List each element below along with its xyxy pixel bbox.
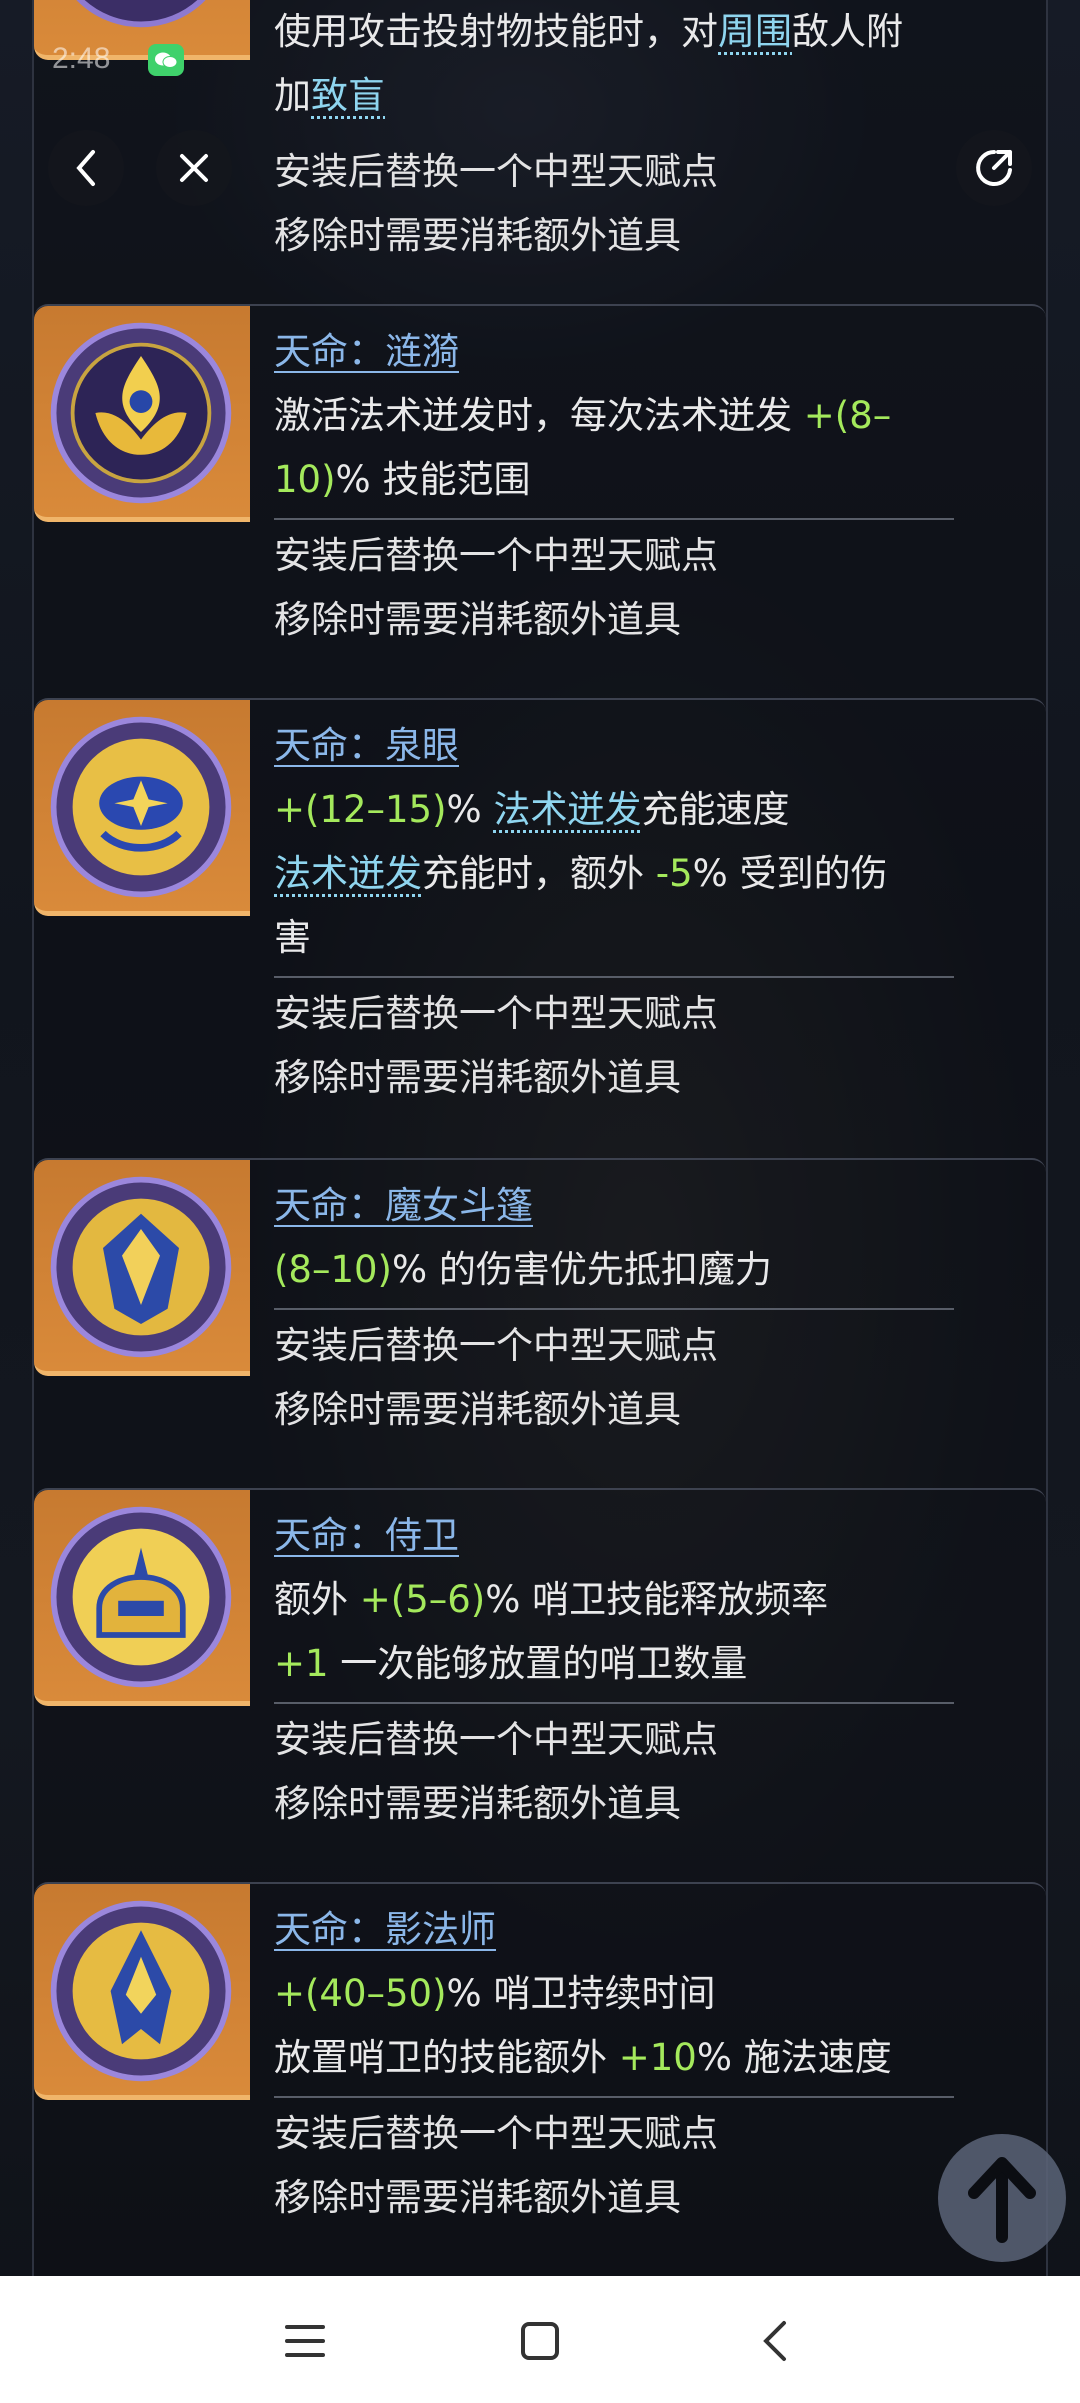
effect-line: +(40–50)% 哨卫持续时间: [274, 1972, 716, 2015]
wechat-icon: [148, 44, 184, 76]
effect-line: (8–10)% 的伤害优先抵扣魔力: [274, 1248, 772, 1291]
system-nav-bar: [0, 2276, 1080, 2403]
lotus-emblem-icon: [50, 322, 232, 504]
install-note: 安装后替换一个中型天赋点: [274, 992, 718, 1035]
effect-line: 放置哨卫的技能额外 +10% 施法速度: [274, 2036, 892, 2079]
talent-entry: 天命：泉眼 +(12–15)% 法术迸发充能速度 法术迸发充能时，额外 -5% …: [34, 698, 1046, 1158]
remove-note: 移除时需要消耗额外道具: [274, 1056, 681, 1099]
talent-title[interactable]: 天命：涟漪: [274, 320, 1016, 384]
effect-line: 害: [274, 916, 311, 959]
keyword-link[interactable]: 周围: [718, 10, 792, 53]
nav-home-button[interactable]: [505, 2306, 575, 2376]
divider: [274, 976, 954, 978]
talent-title[interactable]: 天命：魔女斗篷: [274, 1174, 1016, 1238]
shadow-mage-emblem-icon: [50, 1900, 232, 2082]
install-note: 安装后替换一个中型天赋点: [274, 534, 718, 577]
effect-line-2: 加致盲: [274, 74, 385, 117]
talent-icon-frame: [34, 1884, 250, 2100]
divider: [274, 1702, 954, 1704]
close-button[interactable]: [156, 130, 232, 206]
talent-entry: 天命：涟漪 激活法术迸发时，每次法术迸发 +(8– 10)% 技能范围 安装后替…: [34, 304, 1046, 698]
arrow-up-icon: [968, 2157, 1036, 2243]
remove-note: 移除时需要消耗额外道具: [274, 598, 681, 641]
talent-entry: 天命：魔女斗篷 (8–10)% 的伤害优先抵扣魔力 安装后替换一个中型天赋点 移…: [34, 1158, 1046, 1488]
talent-icon-frame: [34, 700, 250, 916]
share-button[interactable]: [956, 130, 1032, 206]
emblem-icon: [76, 0, 206, 28]
close-icon: [180, 154, 208, 182]
chevron-left-icon: [76, 150, 95, 186]
talent-icon-frame: [34, 1160, 250, 1376]
remove-note: 移除时需要消耗额外道具: [274, 1388, 681, 1431]
keyword-link[interactable]: 法术迸发: [493, 788, 641, 831]
divider: [274, 1308, 954, 1310]
install-note: 安装后替换一个中型天赋点: [274, 2112, 718, 2155]
install-note: 安装后替换一个中型天赋点: [274, 1324, 718, 1367]
talent-title[interactable]: 天命：影法师: [274, 1898, 1016, 1962]
talent-icon-frame: [34, 1490, 250, 1706]
witch-cloak-emblem-icon: [50, 1176, 232, 1358]
install-note: 安装后替换一个中型天赋点: [274, 150, 718, 193]
page: 使用攻击投射物技能时，对周围敌人附 加致盲 安装后替换一个中型天赋点 移除时需要…: [0, 0, 1080, 2403]
effect-line: 激活法术迸发时，每次法术迸发 +(8–: [274, 394, 892, 437]
talent-entry: 天命：侍卫 额外 +(5–6)% 哨卫技能释放频率 +1 一次能够放置的哨卫数量…: [34, 1488, 1046, 1882]
effect-line: 额外 +(5–6)% 哨卫技能释放频率: [274, 1578, 829, 1621]
menu-icon: [285, 2325, 325, 2357]
remove-note: 移除时需要消耗额外道具: [274, 1782, 681, 1825]
effect-line: +(12–15)% 法术迸发充能速度: [274, 788, 790, 831]
back-button[interactable]: [48, 130, 124, 206]
keyword-link[interactable]: 法术迸发: [274, 852, 422, 895]
effect-line: 法术迸发充能时，额外 -5% 受到的伤: [274, 852, 888, 895]
nav-menu-button[interactable]: [270, 2306, 340, 2376]
guard-helmet-emblem-icon: [50, 1506, 232, 1688]
effect-line-1: 使用攻击投射物技能时，对周围敌人附: [274, 10, 903, 53]
remove-note: 移除时需要消耗额外道具: [274, 2176, 681, 2219]
scroll-to-top-button[interactable]: [938, 2134, 1066, 2262]
install-note: 安装后替换一个中型天赋点: [274, 1718, 718, 1761]
talent-title[interactable]: 天命：侍卫: [274, 1504, 1016, 1568]
talent-title[interactable]: 天命：泉眼: [274, 714, 1016, 778]
divider: [274, 518, 954, 520]
divider: [274, 2096, 954, 2098]
status-time: 2:48: [52, 42, 111, 75]
home-square-icon: [521, 2322, 559, 2360]
effect-line: +1 一次能够放置的哨卫数量: [274, 1642, 748, 1685]
back-chevron-icon: [763, 2321, 786, 2361]
talent-entry: 天命：影法师 +(40–50)% 哨卫持续时间 放置哨卫的技能额外 +10% 施…: [34, 1882, 1046, 2276]
share-icon: [976, 150, 1012, 186]
talent-icon-frame: [34, 306, 250, 522]
nav-back-button[interactable]: [740, 2306, 810, 2376]
keyword-link[interactable]: 致盲: [311, 74, 385, 117]
spring-eye-emblem-icon: [50, 716, 232, 898]
remove-note: 移除时需要消耗额外道具: [274, 214, 681, 257]
effect-line: 10)% 技能范围: [274, 458, 531, 501]
